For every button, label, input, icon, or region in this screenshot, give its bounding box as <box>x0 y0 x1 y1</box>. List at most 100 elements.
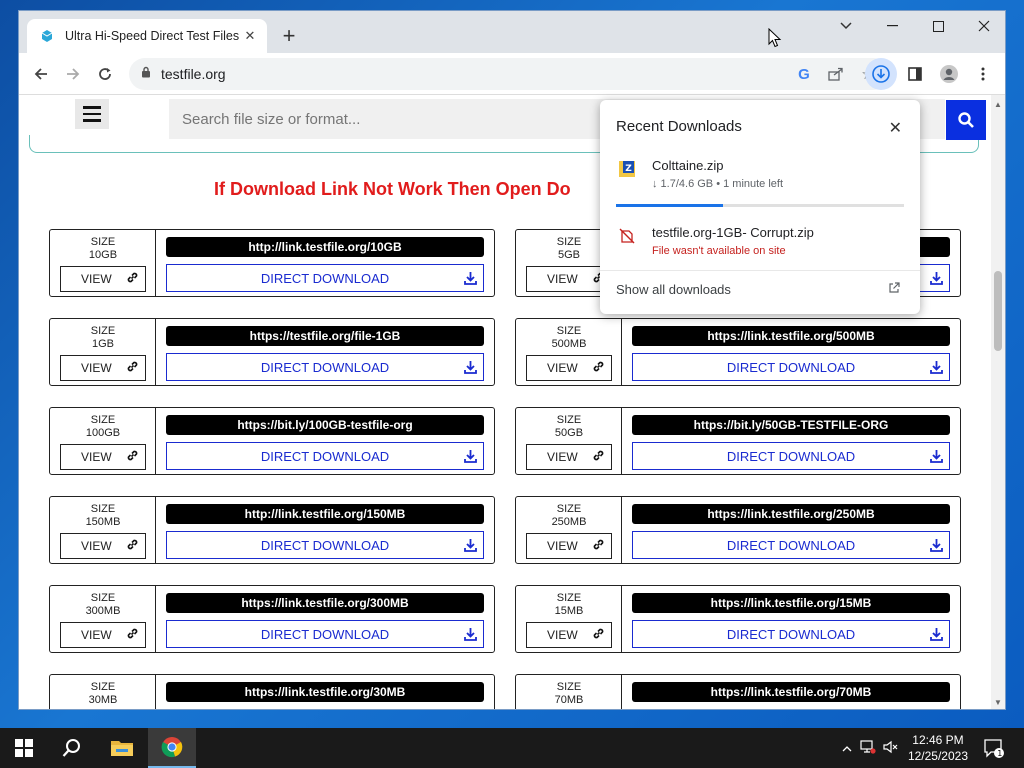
scroll-down-arrow-icon[interactable]: ▼ <box>991 695 1005 709</box>
link-icon <box>126 627 139 643</box>
direct-download-button[interactable]: DIRECT DOWNLOAD <box>166 264 484 292</box>
file-link-bar[interactable]: http://link.testfile.org/150MB <box>166 504 484 524</box>
file-link-bar[interactable]: https://link.testfile.org/70MB <box>632 682 950 702</box>
direct-download-button[interactable]: DIRECT DOWNLOAD <box>166 531 484 559</box>
direct-download-button[interactable]: DIRECT DOWNLOAD <box>632 620 950 648</box>
back-button[interactable] <box>25 58 57 90</box>
download-arrow-icon <box>464 449 477 466</box>
network-icon[interactable] <box>856 739 880 757</box>
size-word: SIZE <box>90 592 116 604</box>
browser-window: Ultra Hi-Speed Direct Test Files D ✕ + t… <box>18 10 1006 710</box>
tab-search-chevron-icon[interactable] <box>823 11 869 41</box>
open-external-icon[interactable] <box>888 282 900 297</box>
view-label: VIEW <box>547 450 578 464</box>
download-arrow-icon <box>464 271 477 288</box>
view-button[interactable]: VIEW <box>526 355 612 381</box>
direct-download-button[interactable]: DIRECT DOWNLOAD <box>632 531 950 559</box>
lock-icon[interactable] <box>141 65 151 83</box>
file-link-bar[interactable]: https://link.testfile.org/300MB <box>166 593 484 613</box>
download-item-colttaine[interactable]: Z Colttaine.zip ↓ 1.7/4.6 GB • 1 minute … <box>616 158 906 198</box>
scroll-up-arrow-icon[interactable]: ▲ <box>991 97 1005 111</box>
file-link-bar[interactable]: https://bit.ly/50GB-TESTFILE-ORG <box>632 415 950 435</box>
size-label: SIZE 30MB <box>50 681 156 707</box>
volume-muted-icon[interactable] <box>880 740 902 757</box>
view-label: VIEW <box>81 628 112 642</box>
direct-download-label: DIRECT DOWNLOAD <box>726 359 856 375</box>
file-link-bar[interactable]: https://link.testfile.org/15MB <box>632 593 950 613</box>
view-button[interactable]: VIEW <box>60 622 146 648</box>
direct-download-button[interactable]: DIRECT DOWNLOAD <box>166 620 484 648</box>
file-link-bar[interactable]: https://bit.ly/100GB-testfile-org <box>166 415 484 435</box>
tab-close-icon[interactable]: ✕ <box>241 27 259 45</box>
url-text: testfile.org <box>161 66 226 82</box>
size-box: SIZE 250MB VIEW <box>516 497 622 563</box>
size-label: SIZE 15MB <box>516 592 622 618</box>
link-icon <box>126 449 139 465</box>
page-scrollbar[interactable]: ▲ ▼ <box>991 95 1005 709</box>
close-window-button[interactable] <box>961 11 1005 41</box>
kebab-menu-icon[interactable] <box>967 58 999 90</box>
downloads-icon[interactable] <box>865 58 897 90</box>
address-bar[interactable]: testfile.org G ☆ <box>129 58 889 90</box>
tab-strip: Ultra Hi-Speed Direct Test Files D ✕ + <box>19 11 1005 53</box>
size-word: SIZE <box>90 681 116 693</box>
view-button[interactable]: VIEW <box>60 533 146 559</box>
file-card: SIZE 50GB VIEW https://bit.ly/50GB-TESTFILE… <box>515 407 961 475</box>
size-value: 30MB <box>88 694 118 706</box>
profile-avatar-icon[interactable] <box>933 58 965 90</box>
forward-button[interactable] <box>57 58 89 90</box>
direct-download-button[interactable]: DIRECT DOWNLOAD <box>166 442 484 470</box>
direct-download-button[interactable]: DIRECT DOWNLOAD <box>166 353 484 381</box>
google-lens-icon[interactable]: G <box>793 63 815 85</box>
view-button[interactable]: VIEW <box>60 355 146 381</box>
maximize-button[interactable] <box>915 11 961 41</box>
link-icon <box>592 360 605 376</box>
view-button[interactable]: VIEW <box>526 533 612 559</box>
scrollbar-thumb[interactable] <box>994 271 1002 351</box>
show-hidden-icons-chevron-icon[interactable] <box>838 741 856 755</box>
hamburger-menu-icon[interactable] <box>75 99 109 129</box>
size-word: SIZE <box>556 325 582 337</box>
file-link-bar[interactable]: http://link.testfile.org/10GB <box>166 237 484 257</box>
close-popup-icon[interactable]: ✕ <box>889 118 902 138</box>
svg-text:Z: Z <box>625 164 632 174</box>
reload-button[interactable] <box>89 58 121 90</box>
show-all-downloads-link[interactable]: Show all downloads <box>616 282 731 297</box>
tab-testfile[interactable]: Ultra Hi-Speed Direct Test Files D ✕ <box>27 19 267 53</box>
notification-count: 1 <box>997 749 1002 758</box>
direct-download-button[interactable]: DIRECT DOWNLOAD <box>632 709 950 710</box>
file-explorer-icon[interactable] <box>98 728 146 768</box>
notification-center-icon[interactable]: 1 <box>972 728 1016 768</box>
start-button[interactable] <box>0 728 48 768</box>
size-box: SIZE 300MB VIEW <box>50 586 156 652</box>
download-item-name: testfile.org-1GB- Corrupt.zip <box>652 225 814 240</box>
new-tab-button[interactable]: + <box>277 23 301 48</box>
file-link-bar[interactable]: https://link.testfile.org/250MB <box>632 504 950 524</box>
site-search-button[interactable] <box>946 100 986 140</box>
file-link-bar[interactable]: https://link.testfile.org/500MB <box>632 326 950 346</box>
file-card: SIZE 1GB VIEW https://testfile.org/file-1GB… <box>49 318 495 386</box>
view-button[interactable]: VIEW <box>60 266 146 292</box>
taskbar-clock[interactable]: 12:46 PM 12/25/2023 <box>908 732 968 764</box>
view-button[interactable]: VIEW <box>526 444 612 470</box>
file-link-text: https://link.testfile.org/300MB <box>241 596 409 610</box>
download-item-corrupt[interactable]: testfile.org-1GB- Corrupt.zip File wasn'… <box>616 225 906 265</box>
file-link-bar[interactable]: https://testfile.org/file-1GB <box>166 326 484 346</box>
view-button[interactable]: VIEW <box>60 444 146 470</box>
size-label: SIZE 300MB <box>50 592 156 618</box>
search-icon[interactable] <box>48 728 96 768</box>
direct-download-button[interactable]: DIRECT DOWNLOAD <box>632 442 950 470</box>
minimize-button[interactable] <box>869 11 915 41</box>
size-label: SIZE 10GB <box>50 236 156 262</box>
share-icon[interactable] <box>825 63 847 85</box>
chrome-taskbar-icon[interactable] <box>148 728 196 768</box>
file-link-text: http://link.testfile.org/10GB <box>248 240 402 254</box>
side-panel-icon[interactable] <box>899 58 931 90</box>
direct-download-button[interactable]: DIRECT DOWNLOAD <box>632 353 950 381</box>
file-link-bar[interactable]: https://link.testfile.org/30MB <box>166 682 484 702</box>
view-button[interactable]: VIEW <box>526 622 612 648</box>
direct-download-button[interactable]: DIRECT DOWNLOAD <box>166 709 484 710</box>
zip-file-icon: Z <box>618 160 636 178</box>
file-card: SIZE 10GB VIEW http://link.testfile.org/10G… <box>49 229 495 297</box>
browser-toolbar: testfile.org G ☆ <box>19 53 1005 95</box>
